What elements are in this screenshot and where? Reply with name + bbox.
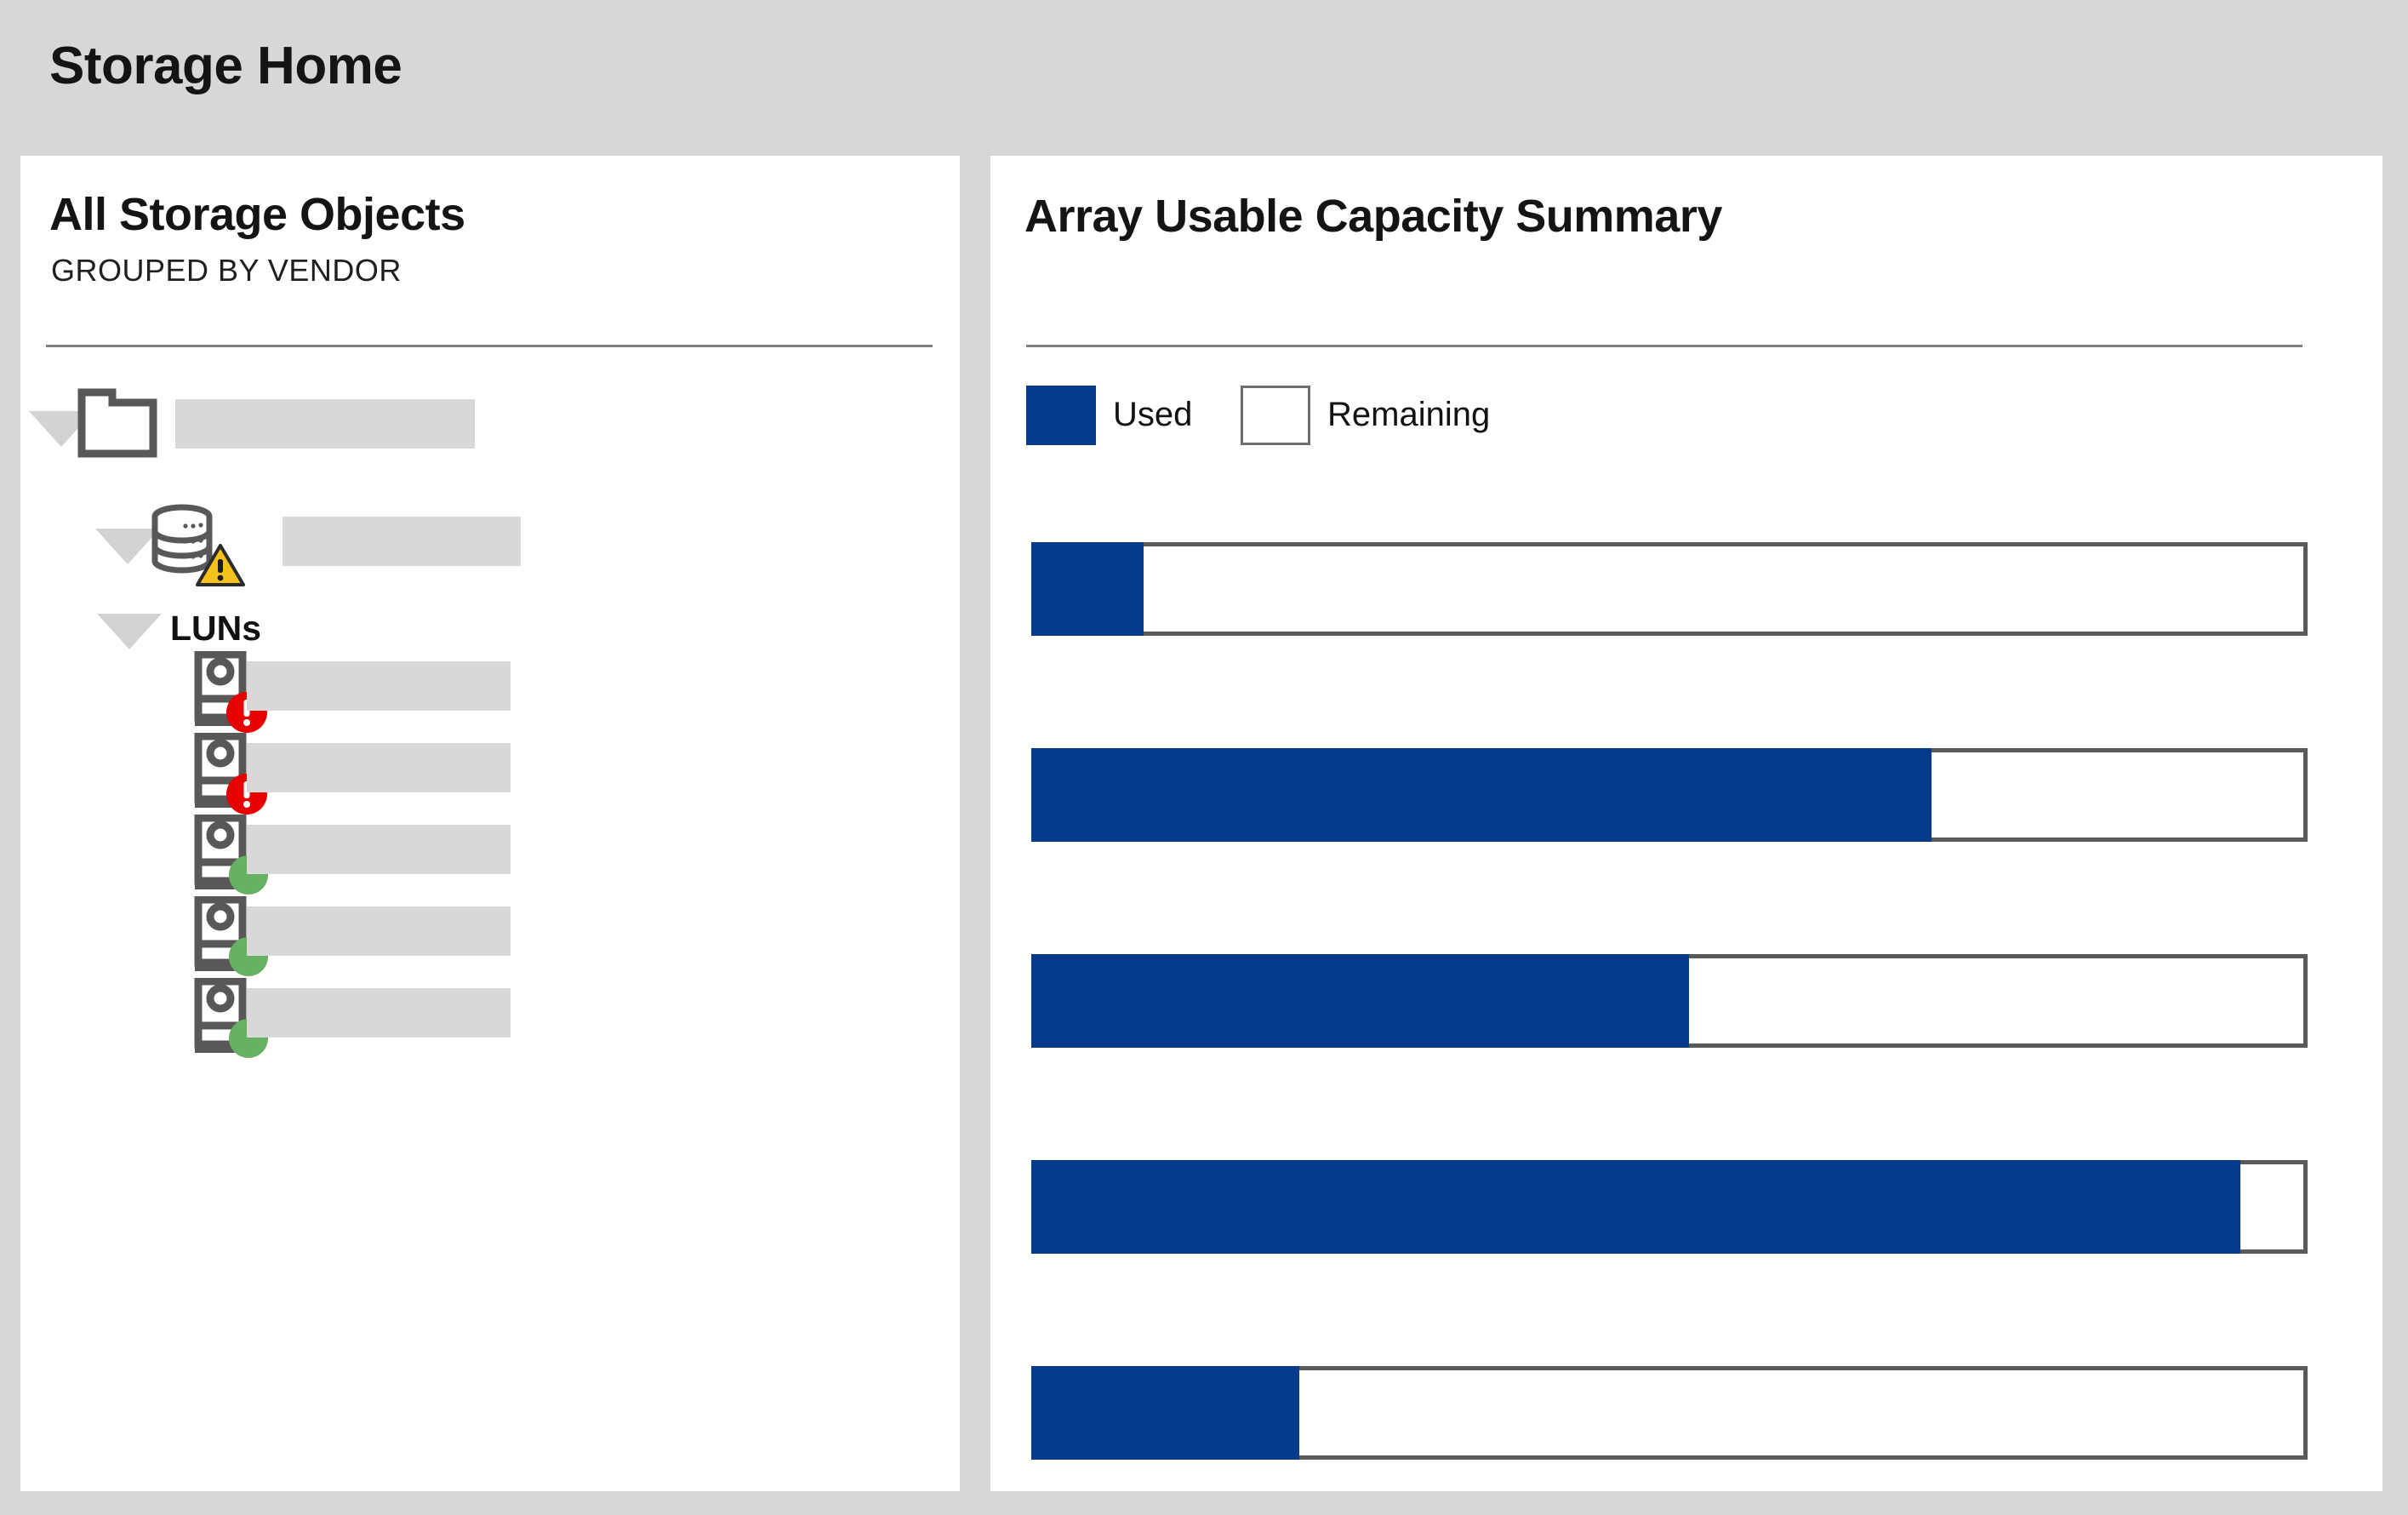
capacity-bar-row[interactable]: [1031, 954, 2308, 1048]
array-usable-capacity-title: Array Usable Capacity Summary: [1024, 191, 1722, 242]
tree-label-placeholder: [247, 825, 511, 874]
legend-swatch-used: [1026, 386, 1096, 445]
right-panel-divider: [1026, 345, 2302, 347]
capacity-bar-row[interactable]: [1031, 1366, 2308, 1460]
capacity-bar-row[interactable]: [1031, 1160, 2308, 1254]
capacity-bar-fill: [1031, 748, 1932, 842]
capacity-bar-fill: [1031, 954, 1689, 1048]
page-title: Storage Home: [49, 37, 402, 95]
tree-label-placeholder: [282, 517, 521, 566]
capacity-bar-fill: [1031, 1160, 2240, 1254]
tree-row-lun-1[interactable]: [20, 643, 960, 736]
tree-label-placeholder: [247, 743, 511, 792]
tree-row-vendor-folder[interactable]: [20, 379, 960, 472]
array-usable-capacity-summary-panel: Array Usable Capacity Summary Used Remai…: [990, 156, 2382, 1491]
capacity-bar-fill: [1031, 1366, 1299, 1460]
tree-label-placeholder: [247, 906, 511, 956]
tree-row-lun-2[interactable]: [20, 724, 960, 818]
legend-label-remaining: Remaining: [1327, 396, 1491, 433]
capacity-bar-fill: [1031, 542, 1144, 636]
left-panel-divider: [46, 345, 933, 347]
legend-swatch-remaining: [1241, 386, 1310, 445]
tree-row-storage-array[interactable]: [20, 496, 960, 590]
tree-row-lun-5[interactable]: [20, 969, 960, 1063]
tree-row-lun-4[interactable]: [20, 888, 960, 981]
tree-label-placeholder: [247, 988, 511, 1038]
tree-row-lun-3[interactable]: [20, 806, 960, 900]
capacity-bar-row[interactable]: [1031, 542, 2308, 636]
page-header: Storage Home: [0, 0, 2408, 156]
all-storage-objects-title: All Storage Objects: [49, 189, 465, 240]
tree-label-placeholder: [247, 661, 511, 711]
legend-label-used: Used: [1113, 396, 1193, 433]
tree-label-placeholder: [175, 399, 475, 449]
folder-icon: [77, 382, 158, 463]
capacity-bar-row[interactable]: [1031, 748, 2308, 842]
capacity-bar-track: [1031, 542, 2308, 636]
all-storage-objects-subtitle: GROUPED BY VENDOR: [51, 253, 402, 288]
all-storage-objects-panel: All Storage Objects GROUPED BY VENDOR LU…: [20, 156, 960, 1491]
